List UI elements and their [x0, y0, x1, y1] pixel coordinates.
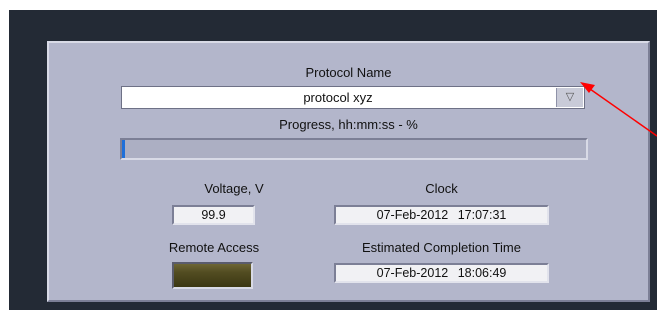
- red-arrow-annotation-icon: [580, 82, 657, 137]
